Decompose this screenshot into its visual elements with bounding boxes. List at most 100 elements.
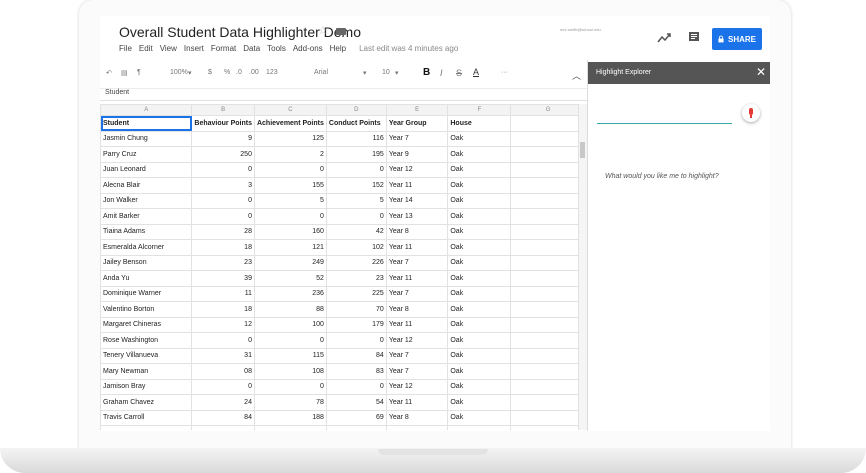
- table-cell[interactable]: [510, 115, 586, 132]
- table-cell[interactable]: 0: [191, 332, 255, 349]
- table-cell[interactable]: 125: [253, 130, 327, 147]
- table-cell[interactable]: Oak: [447, 270, 512, 287]
- table-cell[interactable]: 100: [253, 316, 327, 333]
- table-cell[interactable]: 0: [191, 192, 255, 209]
- column-header[interactable]: A: [100, 104, 193, 116]
- table-cell[interactable]: 0: [325, 208, 387, 225]
- table-cell[interactable]: 24: [191, 394, 255, 411]
- table-cell[interactable]: Year 11: [385, 239, 449, 256]
- table-cell[interactable]: Year 7: [385, 347, 449, 364]
- menu-file[interactable]: File: [119, 44, 132, 53]
- table-cell[interactable]: 236: [253, 285, 327, 302]
- table-cell[interactable]: Oak: [447, 347, 512, 364]
- table-cell[interactable]: 0: [191, 208, 255, 225]
- currency-format-button[interactable]: $: [208, 69, 212, 76]
- table-cell[interactable]: Mary Newman: [100, 363, 193, 380]
- table-cell[interactable]: Year 11: [385, 177, 449, 194]
- table-cell[interactable]: [510, 239, 586, 256]
- table-cell[interactable]: Oak: [447, 425, 512, 430]
- table-cell[interactable]: 23: [325, 270, 387, 287]
- table-cell[interactable]: 250: [191, 146, 255, 163]
- table-cell[interactable]: Oak: [447, 363, 512, 380]
- table-cell[interactable]: Oak: [447, 146, 512, 163]
- table-cell[interactable]: 23: [191, 254, 255, 271]
- table-cell[interactable]: [510, 192, 586, 209]
- italic-button[interactable]: I: [440, 68, 443, 78]
- menu-help[interactable]: Help: [330, 44, 346, 53]
- more-icon[interactable]: ···: [501, 69, 508, 76]
- microphone-icon[interactable]: [742, 104, 760, 122]
- table-cell[interactable]: Juan Leonard: [100, 161, 193, 178]
- table-cell[interactable]: [510, 208, 586, 225]
- table-cell[interactable]: 226: [325, 254, 387, 271]
- table-cell[interactable]: 54: [325, 394, 387, 411]
- menu-tools[interactable]: Tools: [267, 44, 286, 53]
- table-cell[interactable]: Jon Walker: [100, 192, 193, 209]
- table-cell[interactable]: 0: [191, 378, 255, 395]
- table-cell[interactable]: Oak: [447, 301, 512, 318]
- table-cell[interactable]: Year Group: [385, 115, 449, 132]
- table-cell[interactable]: [510, 130, 586, 147]
- table-cell[interactable]: Sophia Cordova: [100, 425, 193, 430]
- table-cell[interactable]: 12: [191, 316, 255, 333]
- table-cell[interactable]: Year 7: [385, 285, 449, 302]
- vertical-scrollbar[interactable]: [578, 104, 587, 430]
- table-cell[interactable]: 18: [191, 301, 255, 318]
- menu-data[interactable]: Data: [243, 44, 260, 53]
- table-cell[interactable]: Oak: [447, 409, 512, 426]
- menu-insert[interactable]: Insert: [184, 44, 204, 53]
- table-cell[interactable]: 9: [191, 130, 255, 147]
- table-cell[interactable]: Oak: [447, 378, 512, 395]
- table-cell[interactable]: 84: [325, 347, 387, 364]
- table-cell[interactable]: Oak: [447, 208, 512, 225]
- table-cell[interactable]: [510, 394, 586, 411]
- table-cell[interactable]: Tiaina Adams: [100, 223, 193, 240]
- chevron-down-icon[interactable]: ▾: [395, 69, 399, 77]
- table-cell[interactable]: Jailey Benson: [100, 254, 193, 271]
- table-cell[interactable]: Achievement Points: [253, 115, 327, 132]
- table-cell[interactable]: Year 8: [385, 301, 449, 318]
- table-cell[interactable]: Oak: [447, 285, 512, 302]
- table-cell[interactable]: Oak: [447, 130, 512, 147]
- table-cell[interactable]: Year 8: [385, 425, 449, 430]
- table-cell[interactable]: Oak: [447, 192, 512, 209]
- table-cell[interactable]: Travis Carroll: [100, 409, 193, 426]
- table-cell[interactable]: Oak: [447, 239, 512, 256]
- table-cell[interactable]: [510, 254, 586, 271]
- strikethrough-button[interactable]: S: [456, 68, 462, 78]
- table-cell[interactable]: 0: [253, 208, 327, 225]
- chevron-down-icon[interactable]: ▾: [363, 69, 367, 77]
- table-cell[interactable]: [510, 223, 586, 240]
- table-cell[interactable]: Anda Yu: [100, 270, 193, 287]
- undo-icon[interactable]: ↶: [106, 69, 112, 77]
- font-size-select[interactable]: 10: [382, 69, 390, 76]
- table-cell[interactable]: Rose Washington: [100, 332, 193, 349]
- table-cell[interactable]: [510, 409, 586, 426]
- column-header[interactable]: E: [385, 104, 449, 116]
- table-cell[interactable]: Dominique Warner: [100, 285, 193, 302]
- text-color-button[interactable]: A: [473, 67, 479, 77]
- table-cell[interactable]: 5: [325, 192, 387, 209]
- table-cell[interactable]: 5: [253, 192, 327, 209]
- table-cell[interactable]: 249: [253, 254, 327, 271]
- table-cell[interactable]: 160: [253, 223, 327, 240]
- column-header[interactable]: G: [510, 104, 586, 116]
- table-cell[interactable]: Year 12: [385, 332, 449, 349]
- table-cell[interactable]: Esmeralda Alcorner: [100, 239, 193, 256]
- table-cell[interactable]: Year 7: [385, 254, 449, 271]
- column-header[interactable]: C: [253, 104, 327, 116]
- table-cell[interactable]: [510, 425, 586, 430]
- table-cell[interactable]: Student: [100, 115, 193, 132]
- column-header[interactable]: F: [447, 104, 512, 116]
- table-cell[interactable]: [510, 347, 586, 364]
- table-cell[interactable]: 70: [325, 301, 387, 318]
- paint-format-icon[interactable]: ¶: [137, 69, 141, 76]
- star-icon[interactable]: ☆: [318, 24, 328, 37]
- table-cell[interactable]: [510, 146, 586, 163]
- close-icon[interactable]: ✕: [756, 65, 766, 79]
- table-cell[interactable]: Graham Chavez: [100, 394, 193, 411]
- table-cell[interactable]: Year 7: [385, 130, 449, 147]
- table-cell[interactable]: 4: [191, 425, 255, 430]
- table-cell[interactable]: Year 9: [385, 146, 449, 163]
- table-cell[interactable]: 102: [325, 239, 387, 256]
